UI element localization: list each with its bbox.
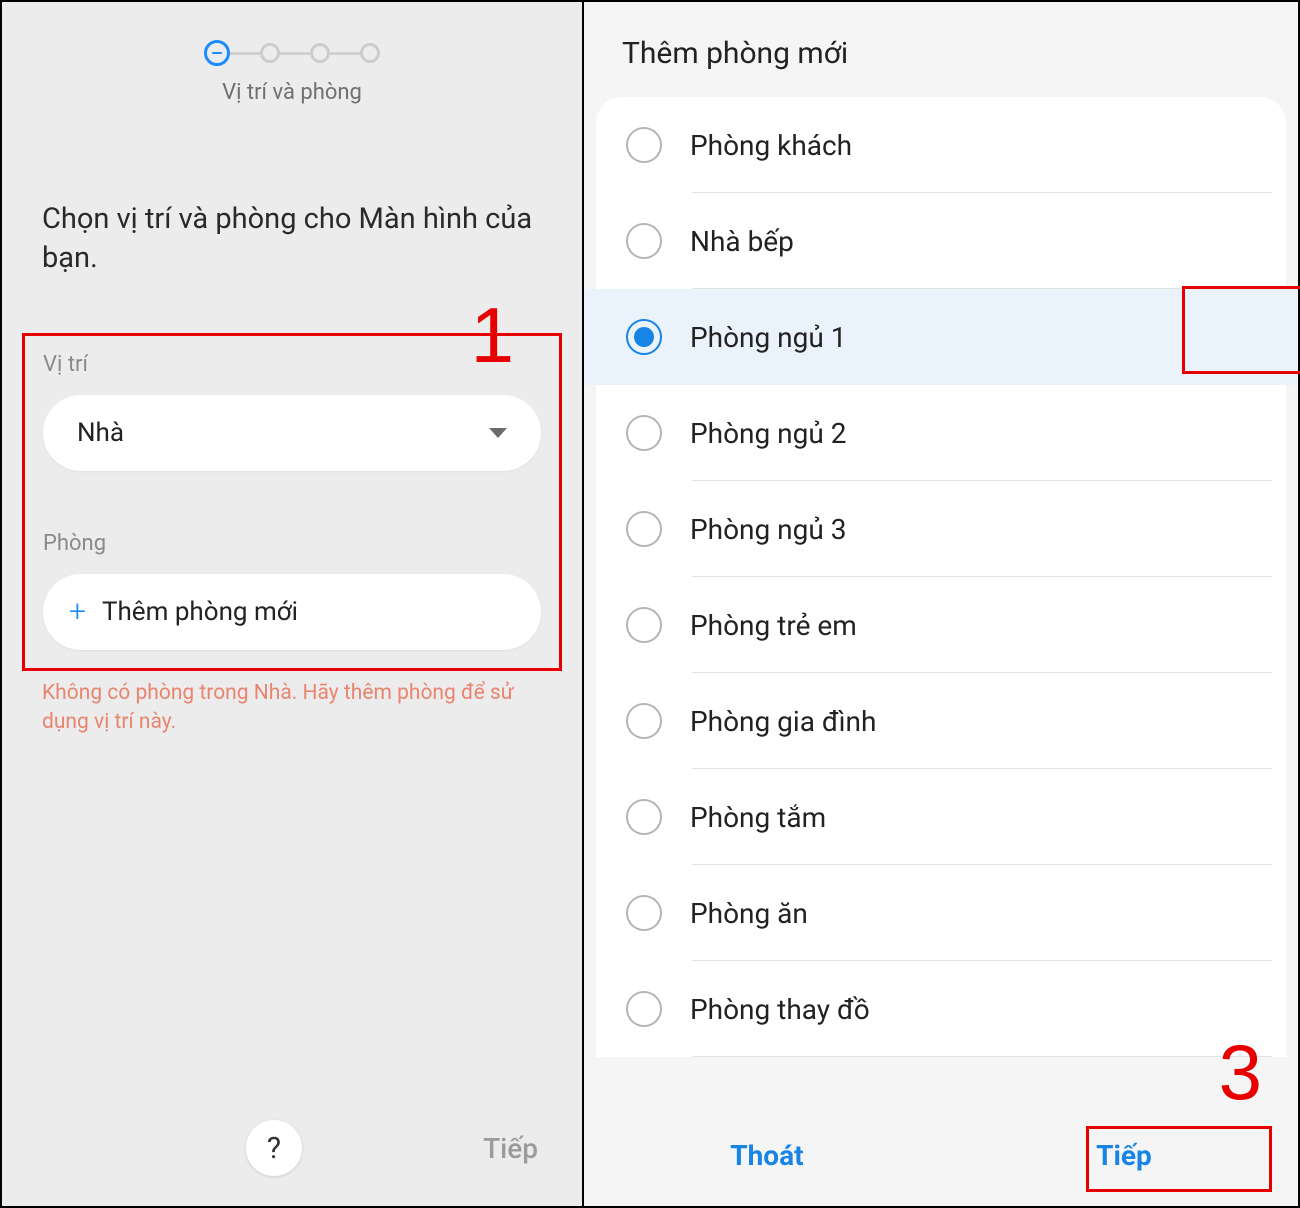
stepper-line bbox=[280, 52, 310, 55]
room-option-label: Phòng khách bbox=[690, 129, 852, 162]
radio-icon bbox=[626, 799, 662, 835]
stepper-line bbox=[330, 52, 360, 55]
stepper-line bbox=[230, 52, 260, 55]
location-value: Nhà bbox=[77, 418, 124, 448]
room-list: Phòng khách Nhà bếp Phòng ngủ 1 Phòng ngủ 2… bbox=[584, 97, 1298, 1109]
radio-icon bbox=[626, 607, 662, 643]
room-option[interactable]: Phòng ngủ 1 bbox=[584, 289, 1298, 385]
add-room-button[interactable]: + Thêm phòng mới bbox=[43, 574, 541, 650]
radio-icon bbox=[626, 319, 662, 355]
radio-icon bbox=[626, 511, 662, 547]
room-option-label: Phòng thay đồ bbox=[690, 993, 870, 1026]
stepper-step-3-icon bbox=[310, 43, 330, 63]
room-option-label: Phòng ăn bbox=[690, 897, 808, 930]
room-option-label: Phòng ngủ 3 bbox=[690, 513, 847, 546]
location-room-screen: Vị trí và phòng Chọn vị trí và phòng cho… bbox=[2, 2, 584, 1206]
room-option[interactable]: Phòng thay đồ bbox=[596, 961, 1286, 1057]
room-section-label: Phòng bbox=[43, 531, 541, 556]
room-option[interactable]: Phòng tắm bbox=[596, 769, 1286, 865]
room-option-label: Phòng gia đình bbox=[690, 705, 876, 738]
room-option[interactable]: Phòng ăn bbox=[596, 865, 1286, 961]
room-option-label: Phòng ngủ 2 bbox=[690, 417, 847, 450]
location-select[interactable]: Nhà bbox=[43, 395, 541, 471]
location-section-label: Vị trí bbox=[43, 352, 541, 377]
stepper-step-2-icon bbox=[260, 43, 280, 63]
next-button-disabled[interactable]: Tiếp bbox=[483, 1132, 538, 1165]
room-option[interactable]: Phòng ngủ 2 bbox=[596, 385, 1286, 481]
room-option[interactable]: Phòng ngủ 3 bbox=[596, 481, 1286, 577]
stepper-step-1-icon bbox=[204, 40, 230, 66]
divider bbox=[692, 1056, 1272, 1057]
room-option-label: Nhà bếp bbox=[690, 225, 794, 258]
help-button[interactable]: ? bbox=[246, 1120, 302, 1176]
stepper bbox=[2, 40, 582, 66]
stepper-label: Vị trí và phòng bbox=[2, 80, 582, 105]
stepper-step-4-icon bbox=[360, 43, 380, 63]
error-message: Không có phòng trong Nhà. Hãy thêm phòng… bbox=[42, 679, 542, 736]
plus-icon: + bbox=[69, 597, 86, 627]
room-option[interactable]: Nhà bếp bbox=[596, 193, 1286, 289]
room-option[interactable]: Phòng gia đình bbox=[596, 673, 1286, 769]
room-option[interactable]: Phòng khách bbox=[596, 97, 1286, 193]
radio-icon bbox=[626, 127, 662, 163]
room-option[interactable]: Phòng trẻ em bbox=[596, 577, 1286, 673]
radio-icon bbox=[626, 895, 662, 931]
radio-icon bbox=[626, 703, 662, 739]
room-option-label: Phòng tắm bbox=[690, 801, 826, 834]
radio-icon bbox=[626, 415, 662, 451]
add-room-screen: Thêm phòng mới Phòng khách Nhà bếp Phòng n… bbox=[584, 2, 1298, 1206]
room-option-label: Phòng trẻ em bbox=[690, 609, 857, 642]
instruction-text: Chọn vị trí và phòng cho Màn hình của bạ… bbox=[42, 200, 542, 278]
cancel-button[interactable]: Thoát bbox=[708, 1131, 825, 1180]
footer: Thoát Tiếp bbox=[584, 1109, 1298, 1206]
add-room-label: Thêm phòng mới bbox=[102, 597, 298, 627]
radio-icon bbox=[626, 991, 662, 1027]
chevron-down-icon bbox=[489, 428, 507, 438]
radio-icon bbox=[626, 223, 662, 259]
annotation-box-1: Vị trí Nhà Phòng + Thêm phòng mới bbox=[22, 333, 562, 671]
room-option-label: Phòng ngủ 1 bbox=[690, 321, 847, 354]
next-button[interactable]: Tiếp bbox=[1074, 1131, 1174, 1180]
add-room-title: Thêm phòng mới bbox=[584, 2, 1298, 97]
